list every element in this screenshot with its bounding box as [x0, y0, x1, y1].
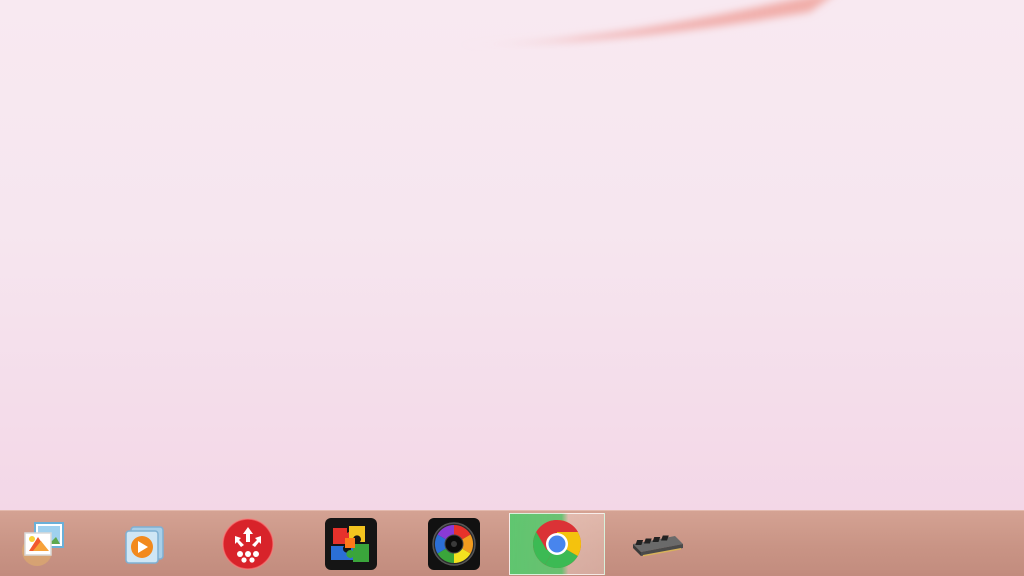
taskbar-item-camera-app[interactable]	[406, 513, 502, 575]
chrome-icon	[532, 519, 582, 569]
media-player-icon	[125, 526, 164, 564]
taskbar-item-chrome[interactable]	[509, 513, 605, 575]
desktop-background	[0, 0, 1024, 510]
taskbar-item-puzzle-app[interactable]	[303, 513, 399, 575]
taskbar-item-media-player[interactable]	[96, 513, 192, 575]
taskbar-item-network-share[interactable]	[200, 513, 296, 575]
puzzle-icon	[325, 518, 377, 570]
taskbar-item-photo-gallery[interactable]	[0, 513, 90, 575]
wallpaper-streak	[440, 0, 827, 46]
camera-lens-icon	[428, 518, 480, 570]
memory-chip-icon	[633, 535, 683, 557]
photo-gallery-icon	[22, 522, 64, 566]
network-share-icon	[222, 518, 274, 570]
taskbar	[0, 510, 1024, 576]
taskbar-item-memory-module[interactable]	[609, 513, 705, 575]
